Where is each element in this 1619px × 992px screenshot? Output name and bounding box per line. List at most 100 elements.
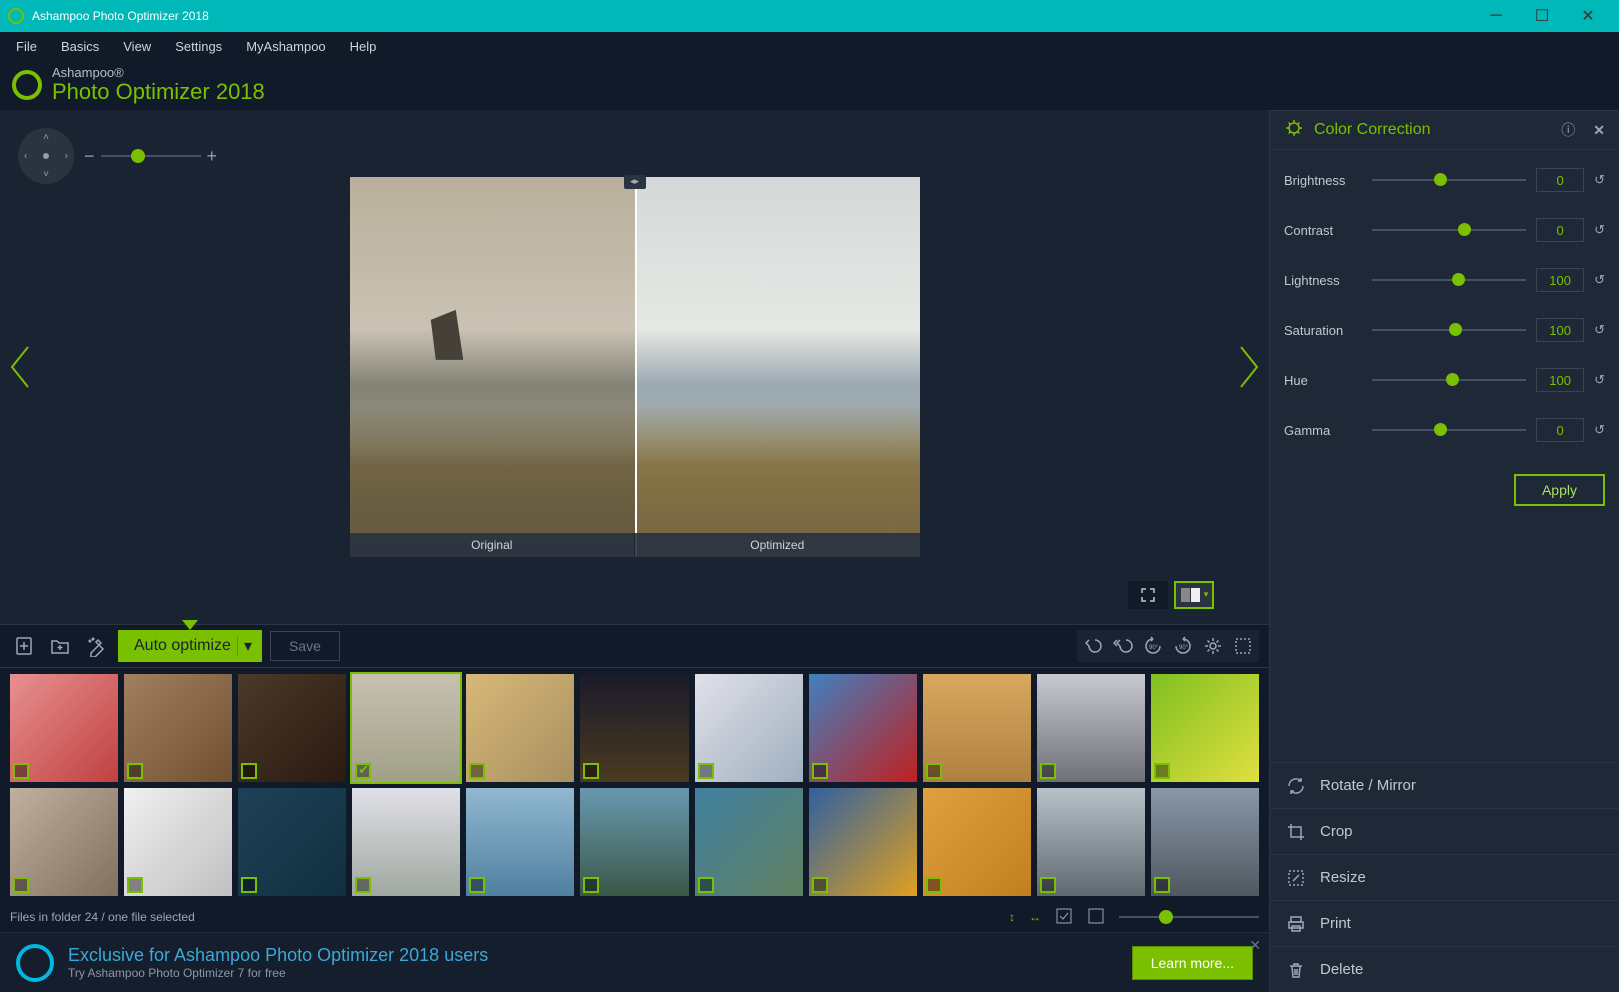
- compare-image[interactable]: ◂▸ Original Optimized: [350, 177, 920, 557]
- clear-button[interactable]: [82, 632, 110, 660]
- reset-icon[interactable]: ↺: [1594, 322, 1605, 338]
- zoom-plus-icon[interactable]: +: [207, 146, 218, 167]
- action-delete[interactable]: Delete: [1270, 946, 1619, 992]
- select-all-icon[interactable]: [1055, 907, 1073, 928]
- zoom-slider[interactable]: − +: [84, 146, 217, 167]
- thumb-checkbox[interactable]: [812, 877, 828, 893]
- thumb-checkbox[interactable]: [13, 763, 29, 779]
- thumb-checkbox[interactable]: [812, 763, 828, 779]
- thumbnail[interactable]: [1151, 788, 1259, 896]
- reset-icon[interactable]: ↺: [1594, 222, 1605, 238]
- thumb-checkbox[interactable]: [583, 877, 599, 893]
- thumb-checkbox[interactable]: [13, 877, 29, 893]
- minimize-button[interactable]: ─: [1473, 0, 1519, 32]
- thumbnail[interactable]: [352, 788, 460, 896]
- thumb-checkbox[interactable]: [127, 763, 143, 779]
- undo-all-button[interactable]: [1109, 632, 1137, 660]
- param-value-input[interactable]: [1536, 268, 1584, 292]
- thumbnail[interactable]: [10, 788, 118, 896]
- compare-divider-handle[interactable]: ◂▸: [624, 175, 646, 189]
- thumbnail[interactable]: [124, 788, 232, 896]
- action-rotate-mirror[interactable]: Rotate / Mirror: [1270, 762, 1619, 808]
- save-button[interactable]: Save: [270, 631, 340, 661]
- fullscreen-toggle[interactable]: [1128, 581, 1168, 609]
- thumb-checkbox[interactable]: [698, 877, 714, 893]
- thumb-checkbox[interactable]: [355, 763, 371, 779]
- pan-joystick[interactable]: ˄ ˅ ‹ ›: [18, 128, 74, 184]
- thumbnail[interactable]: [580, 674, 688, 782]
- param-slider[interactable]: [1372, 179, 1526, 181]
- thumb-checkbox[interactable]: [1154, 763, 1170, 779]
- thumbnail[interactable]: [352, 674, 460, 782]
- thumb-checkbox[interactable]: [241, 877, 257, 893]
- thumbnail[interactable]: [923, 674, 1031, 782]
- thumb-checkbox[interactable]: [1040, 763, 1056, 779]
- thumb-size-slider[interactable]: [1119, 916, 1259, 918]
- menu-view[interactable]: View: [111, 35, 163, 58]
- thumbnail[interactable]: [10, 674, 118, 782]
- undo-button[interactable]: [1079, 632, 1107, 660]
- thumbnail[interactable]: [695, 674, 803, 782]
- chevron-down-icon[interactable]: ▾: [237, 636, 252, 656]
- panel-close-icon[interactable]: ✕: [1593, 122, 1605, 139]
- param-slider[interactable]: [1372, 379, 1526, 381]
- auto-optimize-button[interactable]: Auto optimize▾: [118, 630, 262, 662]
- rotate-right-button[interactable]: 90°: [1169, 632, 1197, 660]
- thumbnail[interactable]: [238, 788, 346, 896]
- sort-vertical-icon[interactable]: ↕: [1009, 910, 1015, 924]
- thumbnail[interactable]: [1037, 674, 1145, 782]
- reset-icon[interactable]: ↺: [1594, 272, 1605, 288]
- thumb-checkbox[interactable]: [355, 877, 371, 893]
- thumb-checkbox[interactable]: [469, 763, 485, 779]
- thumbnail[interactable]: [923, 788, 1031, 896]
- action-crop[interactable]: Crop: [1270, 808, 1619, 854]
- thumbnail[interactable]: [809, 674, 917, 782]
- thumbnail[interactable]: [466, 674, 574, 782]
- thumbnail[interactable]: [124, 674, 232, 782]
- next-photo-button[interactable]: [1229, 342, 1269, 392]
- param-value-input[interactable]: [1536, 218, 1584, 242]
- param-slider[interactable]: [1372, 229, 1526, 231]
- thumbnail[interactable]: [1037, 788, 1145, 896]
- thumbnail[interactable]: [695, 788, 803, 896]
- menu-myashampoo[interactable]: MyAshampoo: [234, 35, 337, 58]
- thumb-checkbox[interactable]: [241, 763, 257, 779]
- menu-settings[interactable]: Settings: [163, 35, 234, 58]
- rotate-left-button[interactable]: 90°: [1139, 632, 1167, 660]
- sort-horizontal-icon[interactable]: ↔: [1029, 910, 1041, 924]
- param-slider[interactable]: [1372, 329, 1526, 331]
- apply-button[interactable]: Apply: [1514, 474, 1605, 506]
- add-file-button[interactable]: [10, 632, 38, 660]
- thumb-checkbox[interactable]: [583, 763, 599, 779]
- compare-mode-toggle[interactable]: ▾: [1174, 581, 1214, 609]
- prev-photo-button[interactable]: [0, 342, 40, 392]
- add-folder-button[interactable]: [46, 632, 74, 660]
- menu-file[interactable]: File: [4, 35, 49, 58]
- param-slider[interactable]: [1372, 279, 1526, 281]
- thumbnail[interactable]: [238, 674, 346, 782]
- param-value-input[interactable]: [1536, 368, 1584, 392]
- thumbnail[interactable]: [580, 788, 688, 896]
- thumb-checkbox[interactable]: [469, 877, 485, 893]
- param-slider[interactable]: [1372, 429, 1526, 431]
- menu-help[interactable]: Help: [338, 35, 389, 58]
- param-value-input[interactable]: [1536, 168, 1584, 192]
- thumb-checkbox[interactable]: [1040, 877, 1056, 893]
- thumbnail[interactable]: [466, 788, 574, 896]
- menu-basics[interactable]: Basics: [49, 35, 111, 58]
- selection-button[interactable]: [1229, 632, 1257, 660]
- thumbnail[interactable]: [809, 788, 917, 896]
- action-print[interactable]: Print: [1270, 900, 1619, 946]
- param-value-input[interactable]: [1536, 418, 1584, 442]
- thumb-checkbox[interactable]: [926, 763, 942, 779]
- deselect-all-icon[interactable]: [1087, 907, 1105, 928]
- reset-icon[interactable]: ↺: [1594, 372, 1605, 388]
- learn-more-button[interactable]: Learn more...: [1132, 946, 1253, 980]
- close-button[interactable]: ✕: [1565, 0, 1611, 32]
- thumb-checkbox[interactable]: [1154, 877, 1170, 893]
- thumb-checkbox[interactable]: [698, 763, 714, 779]
- action-resize[interactable]: Resize: [1270, 854, 1619, 900]
- param-value-input[interactable]: [1536, 318, 1584, 342]
- thumb-checkbox[interactable]: [127, 877, 143, 893]
- reset-icon[interactable]: ↺: [1594, 422, 1605, 438]
